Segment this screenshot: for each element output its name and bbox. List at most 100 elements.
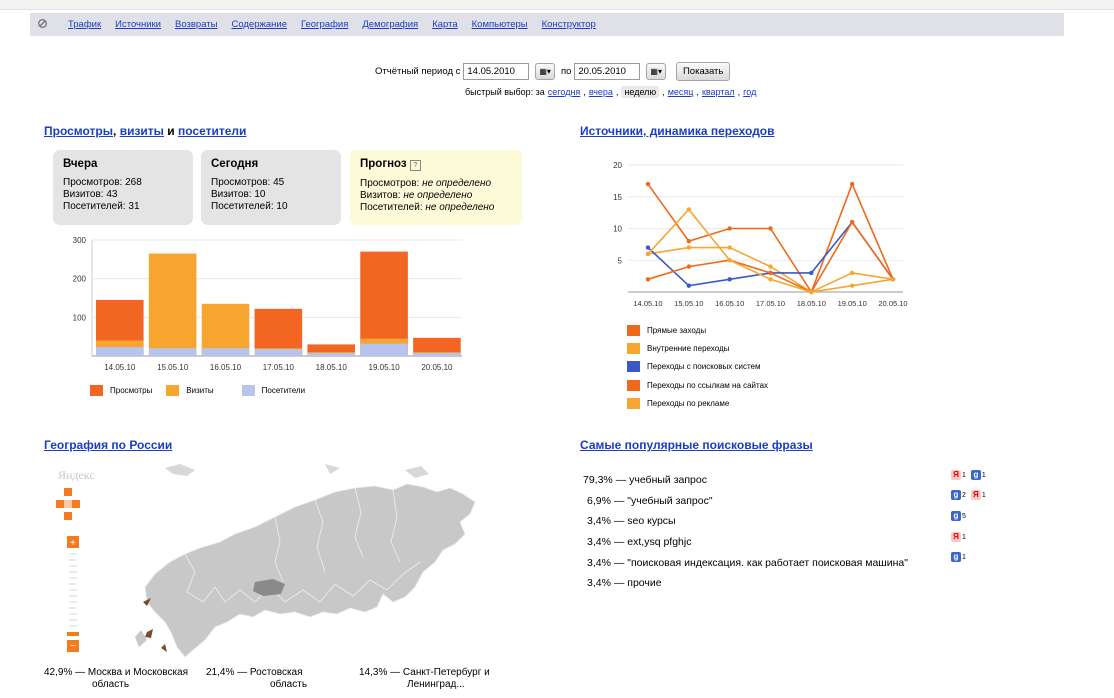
card-visits: Визитов: не определено: [360, 190, 512, 202]
yandex-icon[interactable]: Я: [951, 532, 961, 542]
series-point-4: [686, 207, 692, 212]
legend-swatch: [627, 379, 640, 391]
x-tick-label: 20.05.10: [421, 363, 453, 372]
series-point-1: [768, 264, 773, 269]
nav-sources[interactable]: Источники: [115, 19, 161, 30]
bar-2: [201, 348, 250, 356]
nav-returns[interactable]: Возвраты: [175, 19, 217, 30]
legend-item: Переходы по ссылкам на сайтах: [627, 376, 768, 394]
calendar-from-button[interactable]: ▦▾: [535, 63, 555, 80]
nav-demography[interactable]: Демография: [362, 19, 418, 30]
card-title: Прогноз: [360, 158, 407, 170]
date-from-input[interactable]: 14.05.2010: [463, 63, 530, 80]
card-yesterday: Вчера Просмотров: 268 Визитов: 43 Посети…: [53, 150, 193, 225]
legend-item: Внутренние переходы: [627, 339, 768, 357]
visits-label: Визитов:: [360, 190, 401, 201]
nav-constructor[interactable]: Конструктор: [542, 19, 596, 30]
home-icon[interactable]: [30, 18, 54, 32]
date-to-input[interactable]: 20.05.2010: [574, 63, 641, 80]
phrases-section-title: Самые популярные поисковые фразы: [580, 438, 813, 452]
top-nav: Трафик Источники Возвраты Содержание Гео…: [30, 13, 1064, 36]
series-point-1: [727, 245, 732, 250]
period-to-label: по: [560, 66, 572, 77]
help-icon[interactable]: ?: [409, 160, 421, 171]
show-button[interactable]: Показать: [675, 62, 731, 81]
quick-month[interactable]: месяц: [668, 87, 694, 97]
nav-traffic[interactable]: Трафик: [68, 19, 101, 30]
y-tick-label: 300: [73, 236, 87, 245]
y-tick-label: 20: [613, 161, 622, 170]
visitors-link[interactable]: посетители: [178, 124, 246, 138]
nav-computers[interactable]: Компьютеры: [472, 19, 528, 30]
region-line1: 21,4% — Ростовская: [206, 667, 307, 679]
google-icon[interactable]: g: [951, 552, 961, 562]
card-title-row: Прогноз ?: [360, 158, 512, 171]
card-visits: Визитов: 10: [211, 189, 266, 200]
quick-quarter[interactable]: квартал: [702, 87, 735, 97]
bar-2: [360, 343, 408, 356]
quick-today[interactable]: сегодня: [548, 87, 581, 97]
period-label: Отчётный период с: [375, 66, 461, 77]
card-title: Сегодня: [211, 158, 259, 170]
quick-year[interactable]: год: [743, 87, 756, 97]
legend-visitors: Посетители: [261, 386, 306, 395]
map-zoom-slider[interactable]: + −: [67, 536, 81, 659]
legend-item: Переходы по рекламе: [627, 395, 768, 413]
x-tick-label: 15.05.10: [674, 299, 703, 308]
views-link[interactable]: Просмотры: [44, 124, 113, 138]
legend-label: Прямые заходы: [647, 325, 707, 335]
legend-item: Переходы с поисковых систем: [627, 358, 768, 376]
series-point-0: [686, 239, 692, 244]
quick-week-selected[interactable]: неделю: [621, 86, 660, 98]
yandex-icon[interactable]: Я: [970, 490, 981, 500]
series-point-0: [645, 181, 651, 187]
sources-section-title: Источники, динамика переходов: [580, 124, 775, 138]
region-name: Москва и Московская: [87, 667, 189, 678]
google-icon[interactable]: g: [951, 490, 961, 500]
yandex-icon[interactable]: Я: [951, 470, 961, 480]
series-point-2: [645, 245, 651, 250]
quick-yesterday[interactable]: вчера: [589, 87, 613, 97]
series-point-3: [645, 277, 651, 282]
region-percent: 21,4% —: [206, 667, 248, 678]
phrase-engines: Я1 g1: [951, 470, 986, 480]
series-point-0: [849, 181, 855, 187]
geo-section-title: География по России: [44, 438, 172, 452]
x-tick-label: 18.05.10: [797, 299, 826, 308]
nav-map[interactable]: Карта: [432, 19, 457, 30]
phrases-link[interactable]: Самые популярные поисковые фразы: [580, 438, 813, 452]
region-line1: 14,3% — Санкт-Петербург и: [359, 667, 490, 679]
visits-link[interactable]: визиты: [120, 124, 164, 138]
series-point-4: [768, 277, 773, 282]
legend-views: Просмотры: [110, 386, 153, 395]
nav-content[interactable]: Содержание: [231, 19, 287, 30]
x-tick-label: 17.05.10: [756, 299, 785, 308]
region-name: Ростовская: [249, 667, 303, 678]
calendar-to-button[interactable]: ▦▾: [646, 63, 666, 80]
bar-2: [254, 349, 303, 356]
nav-geography[interactable]: География: [301, 19, 348, 30]
series-point-3: [768, 270, 773, 276]
google-icon[interactable]: g: [970, 470, 981, 480]
bar-2: [413, 352, 461, 356]
visitors-value: не определено: [425, 202, 495, 213]
russia-map[interactable]: [125, 462, 495, 662]
bar-1: [201, 303, 250, 356]
region-name: Санкт-Петербург и: [402, 667, 490, 678]
series-point-1: [686, 245, 692, 250]
legend-swatch: [627, 398, 640, 410]
map-pan-control[interactable]: [56, 488, 80, 523]
legend-label: Переходы с поисковых систем: [647, 362, 761, 372]
google-icon[interactable]: g: [951, 511, 961, 521]
card-views: Просмотров: 45: [211, 177, 285, 188]
x-tick-label: 18.05.10: [316, 363, 348, 372]
engine-count: 1: [962, 471, 966, 479]
card-visitors: Посетителей: 10: [211, 201, 288, 212]
region-line2: Ленинград...: [407, 679, 465, 690]
phrase-engines: g5: [951, 511, 966, 521]
series-line-2: [647, 220, 894, 287]
sources-link[interactable]: Источники, динамика переходов: [580, 124, 775, 138]
y-tick-label: 100: [73, 313, 87, 322]
geo-link[interactable]: География по России: [44, 438, 172, 452]
engine-count: 5: [962, 512, 966, 520]
